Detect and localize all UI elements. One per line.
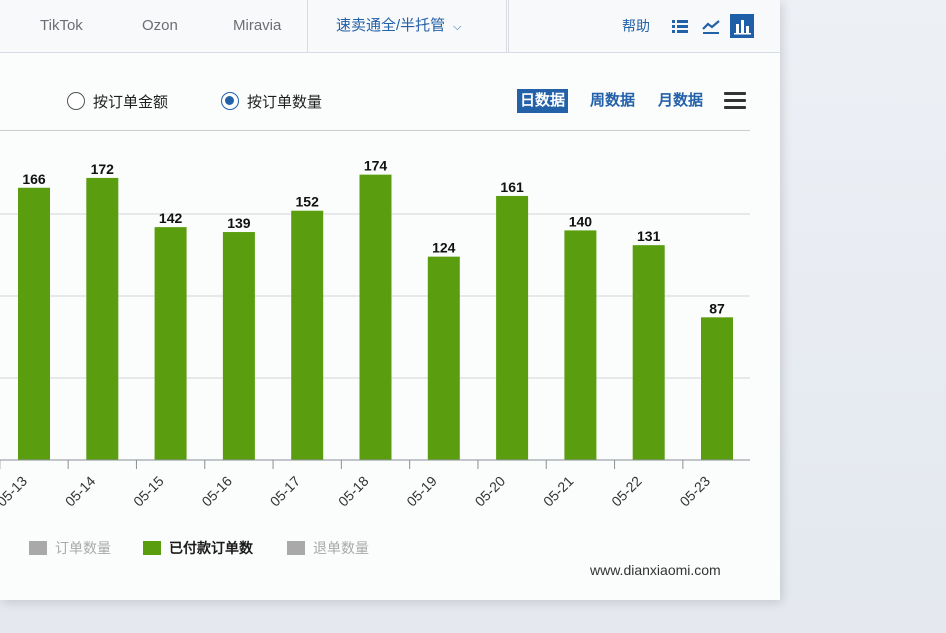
legend-item-paid-orders[interactable]: 已付款订单数 bbox=[143, 538, 253, 558]
watermark: www.dianxiaomi.com bbox=[590, 562, 721, 578]
data-label: 161 bbox=[500, 179, 524, 195]
bar bbox=[496, 195, 529, 460]
bars bbox=[18, 174, 733, 461]
data-label: 124 bbox=[432, 240, 456, 256]
legend-swatch bbox=[29, 541, 47, 555]
page-background-bottom bbox=[0, 600, 946, 633]
x-tick-label: 05-13 bbox=[0, 473, 30, 510]
bar bbox=[701, 317, 733, 460]
x-tick-label: 05-21 bbox=[540, 473, 577, 510]
legend-label: 订单数量 bbox=[55, 540, 111, 556]
bar bbox=[18, 187, 50, 460]
legend-item-order-count[interactable]: 订单数量 bbox=[29, 538, 111, 558]
bar-chart: 166172142 13915217412416114013187 05-13 05… bbox=[0, 158, 750, 510]
data-label: 172 bbox=[91, 161, 115, 177]
chart-panel: TikTok Ozon Miravia 速卖通全/半托管 ⌵ 帮助 按订单金额 … bbox=[0, 0, 780, 600]
x-tick-label: 05-22 bbox=[608, 473, 645, 510]
page-background bbox=[780, 0, 946, 633]
legend-label: 退单数量 bbox=[313, 540, 369, 556]
legend-item-refund-count[interactable]: 退单数量 bbox=[287, 538, 369, 558]
data-label: 142 bbox=[159, 210, 183, 226]
bar bbox=[222, 232, 255, 460]
data-label: 139 bbox=[227, 215, 251, 231]
x-tick-label: 05-16 bbox=[198, 473, 235, 510]
x-tick-label: 05-14 bbox=[62, 473, 99, 510]
data-label: 131 bbox=[637, 228, 661, 244]
bar bbox=[632, 245, 665, 460]
x-tick-label: 05-19 bbox=[403, 473, 440, 510]
bar bbox=[154, 227, 187, 460]
x-axis: 05-13 05-14 05-15 05-16 05-17 05-18 05-19 05-20… bbox=[0, 459, 750, 510]
x-tick-label: 05-20 bbox=[472, 473, 509, 510]
data-label: 166 bbox=[22, 171, 46, 187]
bar bbox=[427, 256, 460, 460]
x-tick-label: 05-17 bbox=[267, 473, 304, 510]
bar bbox=[291, 210, 324, 460]
data-label: 140 bbox=[569, 213, 593, 229]
bar bbox=[86, 177, 119, 461]
x-tick-label: 05-23 bbox=[676, 473, 713, 510]
data-label: 174 bbox=[364, 158, 388, 174]
bar bbox=[359, 174, 392, 460]
legend-label: 已付款订单数 bbox=[169, 540, 253, 556]
legend-swatch bbox=[287, 541, 305, 555]
data-label: 152 bbox=[296, 194, 320, 210]
x-tick-label: 05-15 bbox=[130, 473, 167, 510]
bar bbox=[564, 230, 597, 460]
x-tick-label: 05-18 bbox=[335, 473, 372, 510]
data-label: 87 bbox=[709, 300, 725, 316]
legend-swatch bbox=[143, 541, 161, 555]
